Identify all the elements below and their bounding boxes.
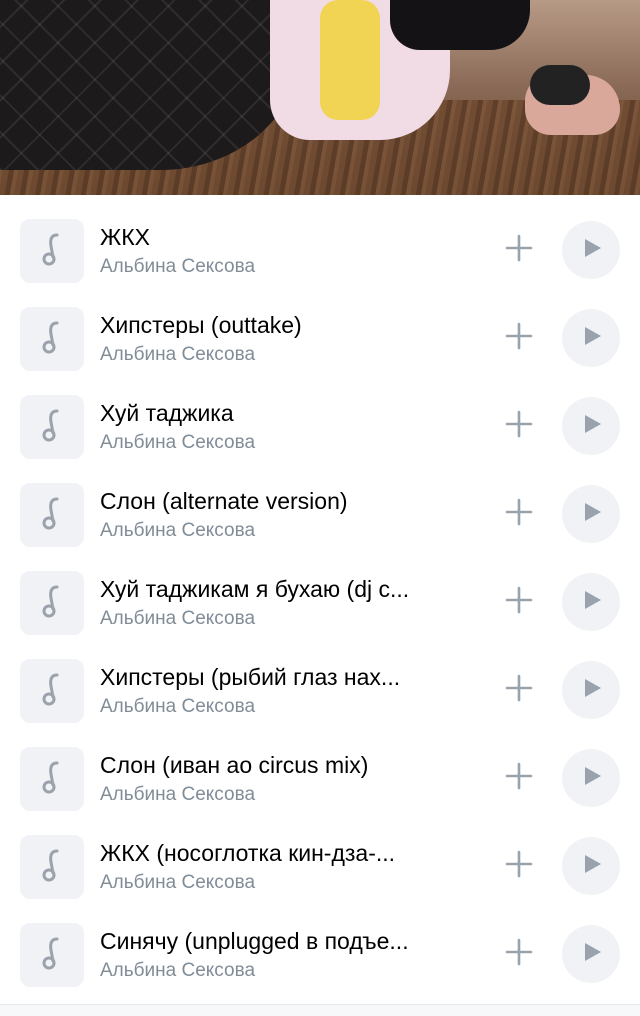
music-note-icon (38, 407, 66, 448)
track-title: Хуй таджика (100, 400, 234, 426)
track-artist: Альбина Сексова (100, 432, 256, 453)
play-icon (578, 941, 604, 968)
track-cover (20, 483, 84, 547)
track-title: Хипстеры (outtake) (100, 312, 302, 338)
track-row[interactable]: Синячу (unplugged в подъе... Альбина Сек… (0, 899, 640, 987)
track-cover (20, 659, 84, 723)
track-row[interactable]: ЖКХ (носоглотка кин-дза-... Альбина Секс… (0, 811, 640, 899)
play-track-button[interactable] (562, 837, 620, 895)
plus-icon (504, 321, 534, 356)
add-track-button[interactable] (500, 847, 538, 885)
plus-icon (504, 585, 534, 620)
play-icon (578, 413, 604, 440)
play-track-button[interactable] (562, 309, 620, 367)
track-row[interactable]: Хуй таджика Альбина Сексова (0, 371, 640, 459)
play-icon (578, 677, 604, 704)
music-note-icon (38, 671, 66, 712)
add-track-button[interactable] (500, 319, 538, 357)
plus-icon (504, 937, 534, 972)
photo-top (390, 0, 530, 50)
track-artist: Альбина Сексова (100, 256, 256, 277)
play-icon (578, 853, 604, 880)
track-title: Слон (alternate version) (100, 488, 348, 514)
plus-icon (504, 849, 534, 884)
music-note-icon (38, 759, 66, 800)
track-title: ЖКХ (100, 224, 150, 250)
track-title: Хуй таджикам я бухаю (dj c... (100, 576, 410, 602)
music-note-icon (38, 847, 66, 888)
track-cover (20, 219, 84, 283)
track-artist: Альбина Сексова (100, 520, 256, 541)
play-track-button[interactable] (562, 925, 620, 983)
bottom-bar (0, 1005, 640, 1016)
plus-icon (504, 761, 534, 796)
add-track-button[interactable] (500, 759, 538, 797)
track-cover (20, 835, 84, 899)
play-track-button[interactable] (562, 485, 620, 543)
track-row[interactable]: Хипстеры (рыбий глаз нах... Альбина Секс… (0, 635, 640, 723)
track-cover (20, 923, 84, 987)
track-artist: Альбина Сексова (100, 784, 256, 805)
play-icon (578, 589, 604, 616)
add-track-button[interactable] (500, 495, 538, 533)
music-note-icon (38, 319, 66, 360)
play-icon (578, 237, 604, 264)
play-track-button[interactable] (562, 397, 620, 455)
play-icon (578, 501, 604, 528)
photo-print (320, 0, 380, 120)
track-list: ЖКХ Альбина Сексова Хипстеры (outtake) А… (0, 195, 640, 987)
track-title: Синячу (unplugged в подъе... (100, 928, 409, 954)
add-track-button[interactable] (500, 935, 538, 973)
track-title: ЖКХ (носоглотка кин-дза-... (100, 840, 396, 866)
track-row[interactable]: Хипстеры (outtake) Альбина Сексова (0, 283, 640, 371)
track-cover (20, 747, 84, 811)
track-artist: Альбина Сексова (100, 960, 256, 981)
track-row[interactable]: Слон (иван ао circus mix) Альбина Сексов… (0, 723, 640, 811)
header-photo (0, 0, 640, 195)
play-icon (578, 765, 604, 792)
music-note-icon (38, 231, 66, 272)
play-track-button[interactable] (562, 661, 620, 719)
music-note-icon (38, 583, 66, 624)
track-row[interactable]: Хуй таджикам я бухаю (dj c... Альбина Се… (0, 547, 640, 635)
play-track-button[interactable] (562, 573, 620, 631)
add-track-button[interactable] (500, 231, 538, 269)
add-track-button[interactable] (500, 583, 538, 621)
music-note-icon (38, 935, 66, 976)
play-track-button[interactable] (562, 749, 620, 807)
track-title: Хипстеры (рыбий глаз нах... (100, 664, 401, 690)
track-artist: Альбина Сексова (100, 344, 256, 365)
plus-icon (504, 233, 534, 268)
track-artist: Альбина Сексова (100, 696, 256, 717)
track-row[interactable]: Слон (alternate version) Альбина Сексова (0, 459, 640, 547)
plus-icon (504, 409, 534, 444)
add-track-button[interactable] (500, 407, 538, 445)
music-note-icon (38, 495, 66, 536)
plus-icon (504, 497, 534, 532)
track-cover (20, 571, 84, 635)
photo-glove (530, 65, 590, 105)
track-cover (20, 395, 84, 459)
track-cover (20, 307, 84, 371)
add-track-button[interactable] (500, 671, 538, 709)
track-row[interactable]: ЖКХ Альбина Сексова (0, 195, 640, 283)
track-title: Слон (иван ао circus mix) (100, 752, 369, 778)
track-artist: Альбина Сексова (100, 608, 256, 629)
plus-icon (504, 673, 534, 708)
play-track-button[interactable] (562, 221, 620, 279)
track-artist: Альбина Сексова (100, 872, 256, 893)
play-icon (578, 325, 604, 352)
